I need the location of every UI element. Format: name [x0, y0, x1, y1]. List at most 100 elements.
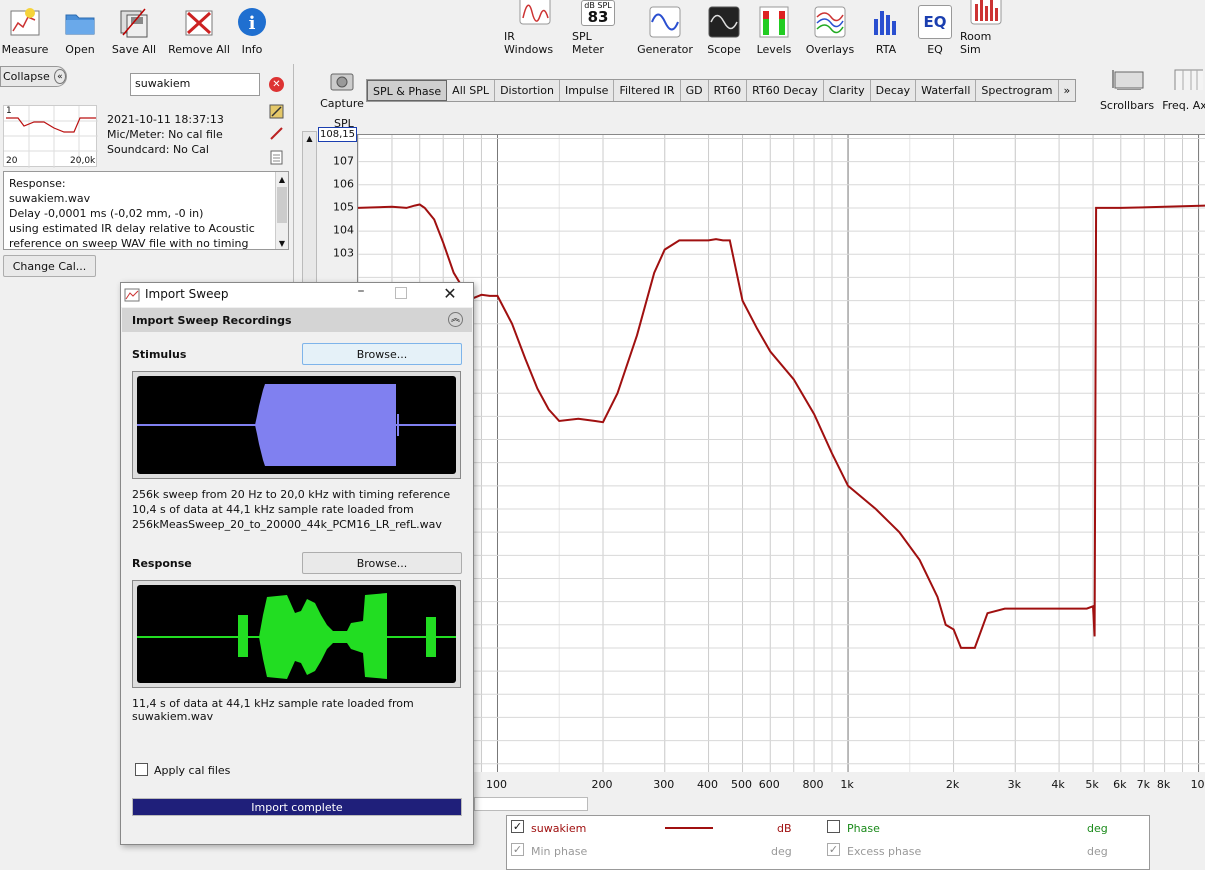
response-waveform — [132, 580, 461, 688]
spl-phase-graph[interactable] — [357, 134, 1205, 772]
y-tick-label: 107 — [333, 154, 354, 168]
levels-button[interactable]: Levels — [754, 0, 794, 62]
tab-waterfall[interactable]: Waterfall — [916, 80, 977, 101]
stimulus-browse-button[interactable]: Browse... — [302, 343, 462, 365]
legend-checkbox-phase[interactable] — [827, 820, 840, 833]
x-tick-label: 800 — [802, 778, 824, 791]
overlays-button[interactable]: Overlays — [804, 0, 856, 62]
measure-button[interactable]: Measure — [0, 0, 50, 62]
maximize-button[interactable] — [395, 287, 407, 299]
stimulus-waveform-svg — [137, 384, 456, 466]
remove-all-button[interactable]: Remove All — [168, 0, 230, 62]
tab-spectrogram[interactable]: Spectrogram — [976, 80, 1059, 101]
graph-legend: ✓ suwakiem dB Phase deg ✓ Min phase deg … — [506, 815, 1150, 870]
main-toolbar: Measure Open Save All Remove All i Info … — [0, 0, 1205, 64]
stimulus-waveform — [132, 371, 461, 479]
minimize-button[interactable]: – — [351, 283, 371, 307]
freq-axis-icon — [1174, 69, 1203, 90]
remove-icon — [182, 5, 216, 39]
spl-meter-button[interactable]: dB SPL 83 SPL Meter — [572, 0, 624, 62]
clear-filter-icon[interactable]: ✕ — [269, 77, 284, 92]
tab-distortion[interactable]: Distortion — [495, 80, 560, 101]
response-waveform-svg — [137, 593, 456, 679]
legend-excess-phase-unit: deg — [1087, 845, 1108, 858]
legend-checkbox-excess-phase[interactable]: ✓ — [827, 843, 840, 856]
scope-icon — [707, 5, 741, 39]
x-tick-label: 6k — [1113, 778, 1127, 791]
notes-icon[interactable] — [269, 150, 284, 165]
x-tick-label: 600 — [758, 778, 780, 791]
rta-button[interactable]: RTA — [868, 0, 904, 62]
svg-text:i: i — [249, 13, 256, 34]
tab-more[interactable]: » — [1059, 80, 1076, 101]
cal-edit-icon[interactable] — [269, 104, 284, 119]
room-sim-button[interactable]: Room Sim — [960, 0, 1012, 62]
legend-checkbox-spl[interactable]: ✓ — [511, 820, 524, 833]
x-tick-label: 8k — [1156, 778, 1171, 791]
response-browse-button[interactable]: Browse... — [302, 552, 462, 574]
rta-icon — [869, 5, 903, 39]
tab-all-spl[interactable]: All SPL — [447, 80, 496, 101]
app-icon — [124, 288, 140, 302]
collapse-icon: « — [53, 69, 66, 84]
info-button[interactable]: i Info — [236, 0, 268, 62]
y-axis: 107 106 105 104 103 — [317, 134, 357, 284]
tab-rt60[interactable]: RT60 — [709, 80, 748, 101]
save-icon — [117, 5, 151, 39]
x-tick-label: 300 — [653, 778, 675, 791]
y-tick-label: 106 — [333, 177, 354, 191]
x-axis: 506070801002003004005006008001k2k3k4k5k6… — [357, 776, 1205, 794]
measurement-date: 2021-10-11 18:37:13 — [107, 113, 224, 126]
tab-gd[interactable]: GD — [681, 80, 709, 101]
open-button[interactable]: Open — [58, 0, 102, 62]
measurement-thumbnail[interactable]: 1 20 20,0k — [3, 105, 98, 168]
x-tick-label: 100 — [485, 778, 507, 791]
y-tick-label: 103 — [333, 246, 354, 260]
stimulus-info-line-3: 256kMeasSweep_20_to_20000_44k_PCM16_LR_r… — [132, 518, 442, 531]
scope-button[interactable]: Scope — [702, 0, 746, 62]
info-icon: i — [235, 5, 269, 39]
eq-button[interactable]: EQ EQ — [918, 0, 952, 62]
capture-button[interactable]: Capture — [320, 70, 364, 110]
scrollbars-icon — [1112, 70, 1144, 90]
pen-icon[interactable] — [269, 126, 284, 141]
collapse-button[interactable]: Collapse « — [0, 66, 67, 87]
measurement-notes[interactable]: Response: suwakiem.wav Delay -0,0001 ms … — [3, 171, 289, 250]
x-tick-label: 5k — [1085, 778, 1099, 791]
tab-impulse[interactable]: Impulse — [560, 80, 615, 101]
x-tick-label: 2k — [945, 778, 960, 791]
save-all-button[interactable]: Save All — [110, 0, 158, 62]
folder-icon — [63, 5, 97, 39]
soundcard-info: Soundcard: No Cal — [107, 143, 209, 156]
ir-windows-button[interactable]: IR Windows — [504, 0, 566, 62]
y-scrollbar[interactable]: ▲ — [302, 131, 317, 291]
legend-checkbox-min-phase[interactable]: ✓ — [511, 843, 524, 856]
x-tick-label: 4k — [1051, 778, 1065, 791]
tab-clarity[interactable]: Clarity — [824, 80, 871, 101]
tab-spl-phase[interactable]: SPL & Phase — [367, 80, 448, 101]
apply-cal-checkbox[interactable] — [135, 763, 148, 776]
tab-filtered-ir[interactable]: Filtered IR — [614, 80, 681, 101]
notes-scrollbar[interactable]: ▲ ▼ — [275, 172, 288, 249]
legend-min-phase-name: Min phase — [531, 845, 588, 858]
mic-info: Mic/Meter: No cal file — [107, 128, 223, 141]
x-scrollbar[interactable] — [474, 797, 588, 811]
apply-cal-label: Apply cal files — [154, 764, 231, 777]
tab-decay[interactable]: Decay — [871, 80, 917, 101]
legend-spl-name: suwakiem — [531, 822, 587, 835]
x-tick-label: 1k — [840, 778, 854, 791]
graph-tabs: SPL & Phase All SPL Distortion Impulse F… — [366, 79, 1077, 102]
stimulus-info-line-1: 256k sweep from 20 Hz to 20,0 kHz with t… — [132, 488, 451, 501]
x-tick-label: 400 — [697, 778, 719, 791]
filter-input[interactable]: suwakiem — [130, 73, 260, 96]
generator-button[interactable]: Generator — [636, 0, 694, 62]
scrollbars-button[interactable]: Scrollbars — [1100, 68, 1154, 112]
import-sweep-dialog: Import Sweep – ✕ Import Sweep Recordings… — [120, 282, 474, 845]
tab-rt60-decay[interactable]: RT60 Decay — [747, 80, 824, 101]
x-tick-label: 500 — [731, 778, 752, 791]
change-cal-button[interactable]: Change Cal... — [3, 255, 96, 277]
close-button[interactable]: ✕ — [439, 284, 461, 306]
levels-icon — [757, 5, 791, 39]
freq-axis-button[interactable]: Freq. Ax — [1160, 68, 1205, 112]
collapse-section-icon[interactable]: ︽ — [448, 312, 463, 327]
